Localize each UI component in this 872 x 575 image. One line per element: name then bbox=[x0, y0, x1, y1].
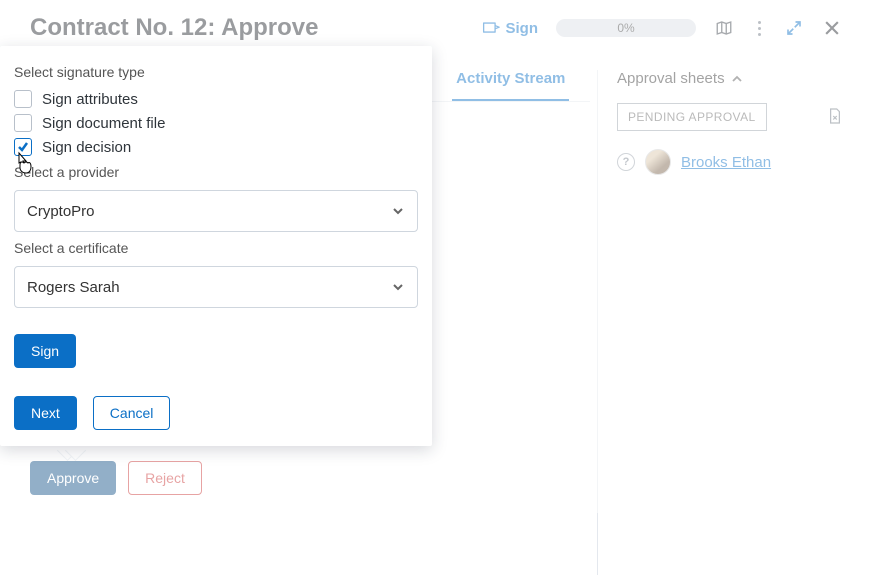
provider-value: CryptoPro bbox=[27, 203, 95, 220]
checkbox-icon bbox=[14, 114, 32, 132]
checkbox-sign-decision[interactable]: Sign decision bbox=[14, 138, 418, 156]
certificate-value: Rogers Sarah bbox=[27, 279, 120, 296]
reject-button[interactable]: Reject bbox=[128, 461, 202, 495]
map-icon[interactable] bbox=[714, 18, 734, 38]
provider-heading: Select a provider bbox=[14, 164, 418, 180]
expand-icon[interactable] bbox=[784, 18, 804, 38]
checkbox-sign-attributes[interactable]: Sign attributes bbox=[14, 90, 418, 108]
approval-panel: Approval sheets PENDING APPROVAL ? Brook… bbox=[617, 70, 842, 175]
checkbox-sign-document-file[interactable]: Sign document file bbox=[14, 114, 418, 132]
approval-sheets-toggle[interactable]: Approval sheets bbox=[617, 70, 842, 87]
sign-link-label: Sign bbox=[506, 20, 539, 37]
help-icon[interactable]: ? bbox=[617, 153, 635, 171]
page-title: Contract No. 12: Approve bbox=[30, 14, 318, 42]
close-icon[interactable] bbox=[822, 18, 842, 38]
approver-link[interactable]: Brooks Ethan bbox=[681, 154, 771, 171]
approval-sheets-label: Approval sheets bbox=[617, 70, 725, 87]
status-badge: PENDING APPROVAL bbox=[617, 103, 767, 131]
progress-text: 0% bbox=[617, 21, 634, 35]
tab-activity-stream[interactable]: Activity Stream bbox=[452, 58, 569, 101]
certificate-select[interactable]: Rogers Sarah bbox=[14, 266, 418, 308]
chevron-up-icon bbox=[731, 73, 743, 85]
provider-select[interactable]: CryptoPro bbox=[14, 190, 418, 232]
approver-row: ? Brooks Ethan bbox=[617, 149, 842, 175]
approve-button[interactable]: Approve bbox=[30, 461, 116, 495]
chevron-down-icon bbox=[391, 204, 405, 218]
signature-modal: Select signature type Sign attributes Si… bbox=[0, 46, 432, 446]
progress-bar: 0% bbox=[556, 19, 696, 37]
sign-button[interactable]: Sign bbox=[14, 334, 76, 368]
chevron-down-icon bbox=[391, 280, 405, 294]
footer-actions: Approve Reject bbox=[30, 461, 202, 495]
sign-link[interactable]: Sign bbox=[482, 20, 539, 37]
more-menu-icon[interactable] bbox=[752, 21, 766, 36]
sign-icon bbox=[482, 21, 500, 35]
certificate-heading: Select a certificate bbox=[14, 240, 418, 256]
next-button[interactable]: Next bbox=[14, 396, 77, 430]
checkbox-icon bbox=[14, 138, 32, 156]
export-icon[interactable] bbox=[828, 108, 842, 127]
checkbox-icon bbox=[14, 90, 32, 108]
signature-type-heading: Select signature type bbox=[14, 64, 418, 80]
checkbox-label: Sign document file bbox=[42, 115, 165, 132]
checkbox-label: Sign decision bbox=[42, 139, 131, 156]
cancel-button[interactable]: Cancel bbox=[93, 396, 171, 430]
checkbox-label: Sign attributes bbox=[42, 91, 138, 108]
header-actions: Sign 0% bbox=[482, 18, 843, 38]
avatar bbox=[645, 149, 671, 175]
